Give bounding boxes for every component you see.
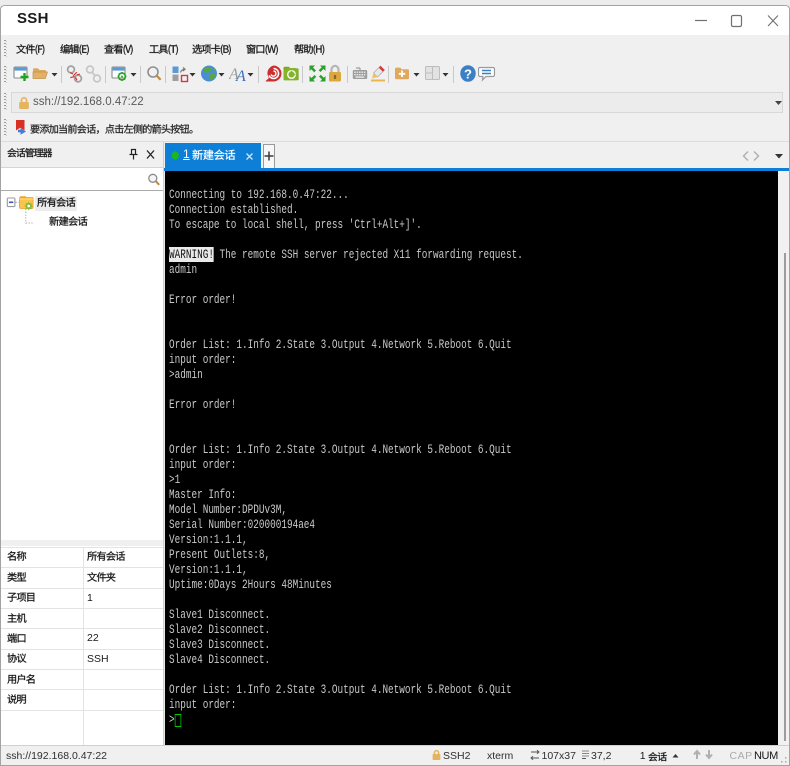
svg-text:A: A <box>235 68 246 83</box>
svg-text:?: ? <box>464 67 472 82</box>
